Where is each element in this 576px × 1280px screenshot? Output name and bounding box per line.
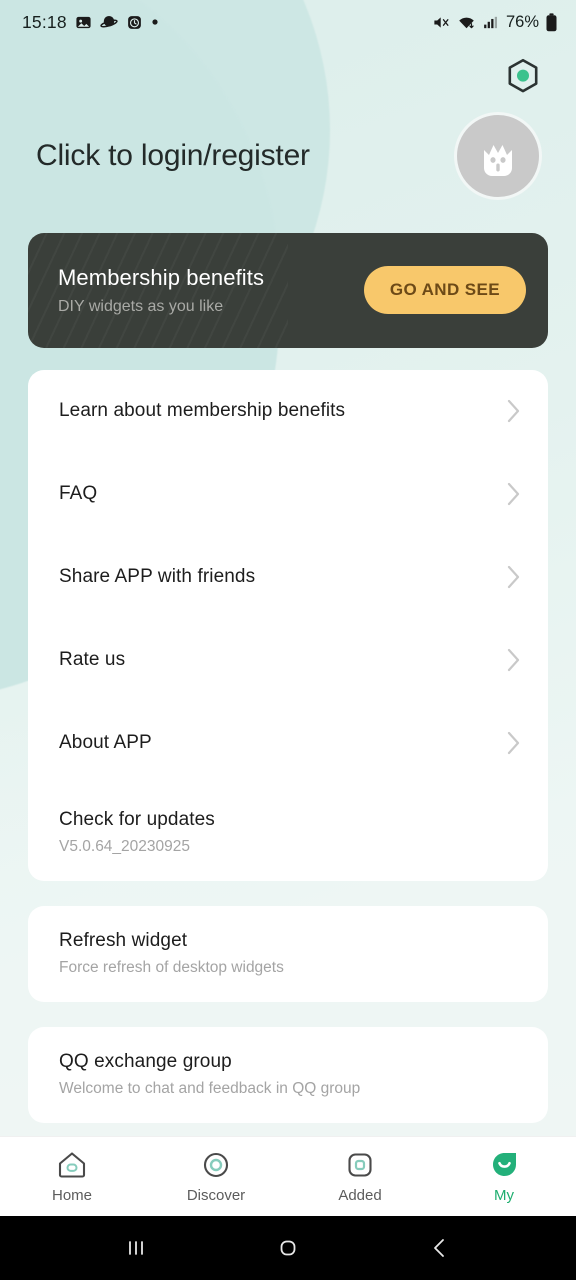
list-item-faq[interactable]: FAQ	[28, 453, 548, 536]
banner-title: Membership benefits	[58, 264, 265, 290]
row-title: FAQ	[59, 483, 98, 505]
list-item-about-app[interactable]: About APP	[28, 702, 548, 785]
recents-icon[interactable]	[106, 1218, 166, 1278]
battery-percent-label: 76%	[505, 12, 539, 31]
wifi-icon	[457, 13, 476, 32]
discover-icon	[200, 1150, 232, 1180]
nav-tab-home[interactable]: Home	[0, 1150, 144, 1204]
status-bar: 15:18 76%	[0, 0, 576, 44]
row-text: FAQ	[59, 483, 496, 505]
list-item-refresh-widget[interactable]: Refresh widget Force refresh of desktop …	[28, 906, 548, 1002]
home-icon	[56, 1150, 88, 1180]
membership-banner[interactable]: Membership benefits DIY widgets as you l…	[28, 232, 548, 348]
row-title: Rate us	[59, 649, 126, 671]
nav-tab-my[interactable]: My	[432, 1150, 576, 1204]
avatar[interactable]	[454, 112, 542, 201]
image-icon	[75, 14, 92, 31]
phone-screen: 15:18 76% Click to login/register Member…	[0, 0, 576, 1280]
row-text: QQ exchange group Welcome to chat and fe…	[59, 1051, 524, 1098]
row-text: Share APP with friends	[59, 566, 496, 588]
banner-subtitle: DIY widgets as you like	[58, 297, 224, 315]
chevron-right-icon	[506, 646, 524, 674]
chevron-right-icon	[506, 397, 524, 425]
refresh-widget-card: Refresh widget Force refresh of desktop …	[28, 905, 548, 1002]
cat-avatar-icon	[470, 128, 526, 184]
banner-text-block: Membership benefits DIY widgets as you l…	[58, 265, 364, 316]
battery-icon	[545, 12, 558, 32]
list-item-rate-us[interactable]: Rate us	[28, 619, 548, 702]
row-text: Rate us	[59, 649, 496, 671]
hexagon-button-row	[0, 44, 576, 94]
main-menu-card: Learn about membership benefits FAQ Shar…	[28, 369, 548, 881]
nav-label-home: Home	[51, 1186, 92, 1204]
chevron-right-icon	[506, 480, 524, 508]
nav-tab-added[interactable]: Added	[288, 1150, 432, 1204]
row-title: Refresh widget	[59, 930, 188, 952]
hexagon-scan-icon[interactable]	[506, 58, 540, 94]
qq-group-card: QQ exchange group Welcome to chat and fe…	[28, 1026, 548, 1123]
list-item-learn-benefits[interactable]: Learn about membership benefits	[28, 370, 548, 453]
row-text: Check for updates V5.0.64_20230925	[59, 809, 524, 856]
row-title: Learn about membership benefits	[59, 400, 346, 422]
status-bar-left: 15:18	[22, 12, 159, 33]
row-title: QQ exchange group	[59, 1051, 232, 1073]
list-item-qq-group[interactable]: QQ exchange group Welcome to chat and fe…	[28, 1027, 548, 1123]
status-bar-clock: 15:18	[22, 11, 67, 32]
row-text: Refresh widget Force refresh of desktop …	[59, 930, 524, 977]
nav-label-my: My	[494, 1186, 514, 1204]
chevron-right-icon	[506, 563, 524, 591]
planet-icon	[100, 13, 118, 31]
chevron-right-icon	[506, 729, 524, 757]
cellular-signal-icon	[482, 14, 499, 31]
dot-icon	[151, 18, 159, 26]
list-item-share-app[interactable]: Share APP with friends	[28, 536, 548, 619]
nav-tab-discover[interactable]: Discover	[144, 1150, 288, 1204]
login-register-label[interactable]: Click to login/register	[36, 139, 454, 173]
nav-label-discover: Discover	[186, 1186, 246, 1204]
row-subtitle: Welcome to chat and feedback in QQ group	[59, 1080, 361, 1098]
nav-label-added: Added	[338, 1186, 382, 1204]
row-title: About APP	[59, 732, 152, 754]
row-subtitle: Force refresh of desktop widgets	[59, 959, 284, 977]
app-version-label: V5.0.64_20230925	[59, 838, 191, 856]
row-title: Share APP with friends	[59, 566, 256, 588]
mute-icon	[432, 13, 451, 32]
system-navigation-bar	[0, 1216, 576, 1280]
alarm-icon	[126, 14, 143, 31]
row-text: Learn about membership benefits	[59, 400, 496, 422]
status-bar-right: 76%	[432, 13, 558, 32]
added-icon	[344, 1150, 376, 1180]
list-item-check-updates[interactable]: Check for updates V5.0.64_20230925	[28, 785, 548, 881]
go-and-see-button[interactable]: GO AND SEE	[363, 266, 526, 315]
profile-header[interactable]: Click to login/register	[0, 94, 576, 201]
bottom-navigation: Home Discover Added My	[0, 1136, 576, 1216]
my-leaf-icon	[488, 1150, 520, 1180]
row-title: Check for updates	[59, 809, 215, 831]
settings-list: Learn about membership benefits FAQ Shar…	[0, 369, 576, 1136]
row-text: About APP	[59, 732, 496, 754]
back-icon[interactable]	[410, 1218, 470, 1278]
home-circle-icon[interactable]	[258, 1218, 318, 1278]
